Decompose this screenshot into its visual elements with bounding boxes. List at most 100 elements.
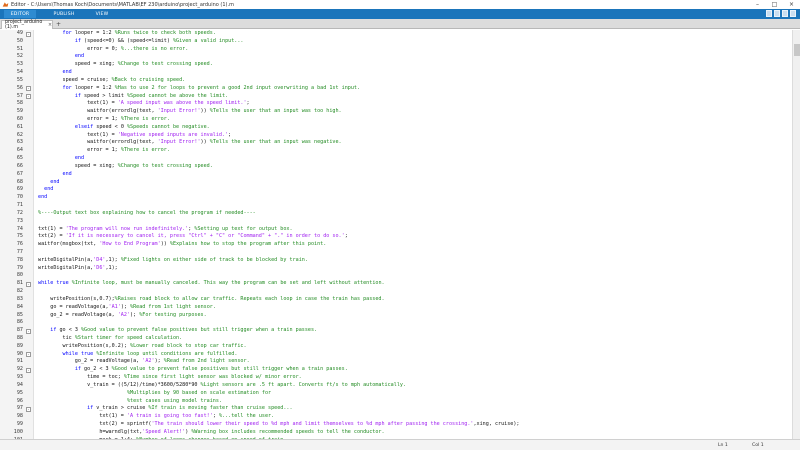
code-line[interactable]: 83 writePosition(s,0.7);%Raises road blo… [0,296,792,304]
fold-toggle-icon[interactable]: - [26,406,31,412]
code-line[interactable]: 77 [0,249,792,257]
code-line[interactable]: 73 [0,218,792,226]
code-token: looper = 1:2 [71,84,115,91]
redo-icon[interactable] [782,10,788,17]
code-line[interactable]: 54 end [0,69,792,77]
fold-toggle-icon[interactable]: - [26,352,31,358]
fold-toggle-icon[interactable]: - [26,94,31,100]
code-line[interactable]: 55 speed = cruise; %Back to cruising spe… [0,77,792,85]
code-line[interactable]: 67 end [0,171,792,179]
fold-toggle-icon[interactable]: - [26,86,31,92]
line-number: 93 [16,374,23,381]
string-literal: 'D4' [93,256,106,263]
code-text: speed = cruise; %Back to cruising speed. [38,77,186,85]
code-line[interactable]: 79 writeDigitalPin(a,'D6',1); [0,265,792,273]
line-number: 89 [16,342,23,349]
line-number: 85 [16,311,23,318]
fold-toggle-icon[interactable]: - [26,31,31,37]
line-number: 79 [16,264,23,271]
file-tab[interactable]: project_arduino (1).m × [1,20,53,30]
code-line[interactable]: 92- if go_2 < 3 %Good value to prevent f… [0,366,792,374]
code-line[interactable]: 93 time = toc; %Time since first light s… [0,374,792,382]
code-line[interactable]: 65 end [0,155,792,163]
code-line[interactable]: 78 writeDigitalPin(a,'D4',1); %Fixed ligh… [0,257,792,265]
tab-editor[interactable]: EDITOR [4,10,36,18]
code-line[interactable]: 86 [0,319,792,327]
code-token: waitfor(errordlg(text, [38,108,158,115]
line-number: 76 [16,241,23,248]
code-line[interactable]: 60 error = 1; %There is error. [0,116,792,124]
code-line[interactable]: 66 speed = xing; %Change to test crossin… [0,163,792,171]
code-text: end [38,53,84,61]
code-token: )) [200,108,210,115]
line-number: 72 [16,209,23,216]
close-button[interactable]: × [783,0,800,9]
minimize-button[interactable]: – [749,0,766,9]
code-line[interactable]: 58 text(1) = 'A speed input was above th… [0,100,792,108]
save-icon[interactable] [766,10,772,17]
code-line[interactable]: 68 end [0,179,792,187]
code-line[interactable]: 52 end [0,53,792,61]
code-line[interactable]: 50 if (speed<=0) && (speed<=limit) %Give… [0,38,792,46]
close-tab-icon[interactable]: × [48,23,52,28]
code-line[interactable]: 72 %----Output text box explaining how to… [0,210,792,218]
code-line[interactable]: 71 [0,202,792,210]
code-token: ,1); [105,264,118,271]
code-text: waitfor(errordlg(text, 'Input Error!')) … [38,139,342,147]
code-line[interactable]: 87- if go < 3 %Good value to prevent fal… [0,327,792,335]
line-number: 49 [16,30,23,36]
maximize-button[interactable]: □ [766,0,783,9]
code-line[interactable]: 88 tic %Start timer for speed calculatio… [0,335,792,343]
line-number: 88 [16,334,23,341]
code-line[interactable]: 56- for looper = 1:2 %Has to use 2 for l… [0,85,792,93]
code-line[interactable]: 74 txt(1) = 'The program will now run ind… [0,226,792,234]
code-token: )) [200,139,210,146]
scrollbar-thumb[interactable] [794,44,800,56]
code-line[interactable]: 81- while true %Infinite loop, must be ma… [0,280,792,288]
undo-icon[interactable] [774,10,780,17]
code-line[interactable]: 94 v_train = ((5/12)/time)*3600/5280*90 … [0,382,792,390]
code-token: ); [154,358,164,365]
line-number: 80 [16,272,23,279]
code-line[interactable]: 84 go = readVoltage(a,'A1'); %Read from … [0,304,792,312]
new-tab-button[interactable]: + [56,21,61,28]
code-line[interactable]: 62 text(1) = 'Negative speed inputs are … [0,132,792,140]
code-editor[interactable]: 49- for looper = 1:2 %Runs twice to chec… [0,30,792,439]
code-line[interactable]: 64 error = 1; %There is error. [0,147,792,155]
code-line[interactable]: 57- if speed > limit %Speed cannot be ab… [0,93,792,101]
code-line[interactable]: 53 speed = xing; %Change to test crossin… [0,61,792,69]
code-line[interactable]: 75 txt(2) = 'If it is necessary to cancel… [0,233,792,241]
line-number: 94 [16,381,23,388]
code-line[interactable]: 89 writePosition(s,0.2); %Lower road blo… [0,343,792,351]
code-line[interactable]: 80 [0,272,792,280]
keyword: for [62,84,72,91]
code-line[interactable]: 96 %test cases using model trains. [0,398,792,406]
code-line[interactable]: 98 txt(1) = 'A train is going too fast!'… [0,413,792,421]
code-line[interactable]: 51 error = 0; %...there is no error. [0,46,792,54]
code-line[interactable]: 61 elseif speed < 0 %Speeds cannot be ne… [0,124,792,132]
line-number: 55 [16,76,23,83]
fold-toggle-icon[interactable]: - [26,328,31,334]
code-line[interactable]: 95 %Multiplies by 90 based on scale esti… [0,390,792,398]
tab-view[interactable]: VIEW [88,10,116,18]
code-text: error = 1; %There is error. [38,147,170,155]
code-line[interactable]: 69 end [0,186,792,194]
code-line[interactable]: 91 go_2 = readVoltage(a, 'A2'); %Read fr… [0,358,792,366]
fold-toggle-icon[interactable]: - [26,367,31,373]
fold-toggle-icon[interactable]: - [26,281,31,287]
code-line[interactable]: 49- for looper = 1:2 %Runs twice to chec… [0,30,792,38]
code-line[interactable]: 90- while true %Infinite loop until cond… [0,351,792,359]
code-line[interactable]: 63 waitfor(errordlg(text, 'Input Error!'… [0,139,792,147]
code-line[interactable]: 59 waitfor(errordlg(text, 'Input Error!'… [0,108,792,116]
vertical-scrollbar[interactable] [792,30,800,439]
code-line[interactable]: 97- if v_train > cruise %If train is mov… [0,405,792,413]
code-line[interactable]: 70 end [0,194,792,202]
tab-publish[interactable]: PUBLISH [48,10,80,18]
code-line[interactable]: 100 h=warndlg(txt,'Speed Alert!') %Warni… [0,429,792,437]
code-line[interactable]: 99 txt(2) = sprintf('The train should lo… [0,421,792,429]
code-line[interactable]: 85 go_2 = readVoltage(a, 'A2'); %For tes… [0,312,792,320]
code-line[interactable]: 76 waitfor(msgbox(txt, 'How to End Progra… [0,241,792,249]
help-icon[interactable] [790,10,796,17]
code-line[interactable]: 82 [0,288,792,296]
